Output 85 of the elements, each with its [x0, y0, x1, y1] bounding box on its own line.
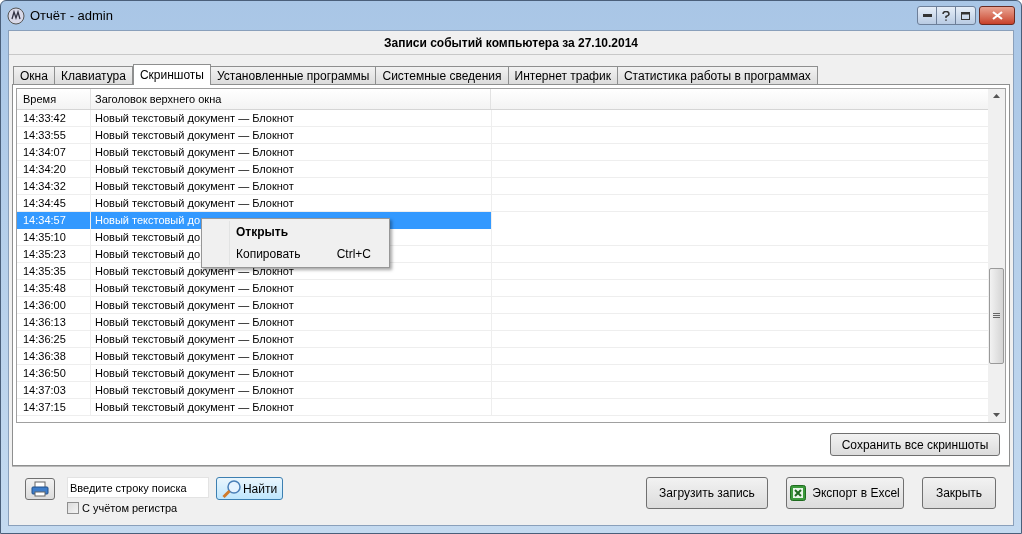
table-row[interactable]: 14:37:15 Новый текстовый документ — Блокнот	[17, 399, 988, 416]
tab[interactable]: Интернет трафик	[507, 66, 618, 84]
close-icon	[991, 11, 1003, 20]
menu-item[interactable]: Открыть	[229, 221, 389, 243]
load-record-button[interactable]: Загрузить запись	[646, 477, 768, 509]
column-header[interactable]: Заголовок верхнего окна	[91, 89, 491, 109]
close-window-button[interactable]	[979, 6, 1015, 25]
time-cell: 14:34:32	[17, 178, 91, 194]
time-cell: 14:35:23	[17, 246, 91, 262]
time-cell: 14:35:10	[17, 229, 91, 245]
time-cell: 14:35:35	[17, 263, 91, 279]
title-cell-text: Новый текстовый документ — Блокнот	[95, 314, 294, 330]
time-cell: 14:34:20	[17, 161, 91, 177]
tab[interactable]: Клавиатура	[53, 66, 133, 84]
time-cell: 14:36:25	[17, 331, 91, 347]
export-excel-button[interactable]: Экспорт в Excel	[786, 477, 904, 509]
menu-item-label: Копировать	[236, 246, 302, 263]
close-button[interactable]: Закрыть	[922, 477, 996, 509]
title-cell-text: Новый текстовый документ — Блокнот	[95, 348, 294, 364]
app-logo-icon	[7, 6, 25, 25]
time-cell: 14:34:45	[17, 195, 91, 211]
table-row[interactable]: 14:36:00 Новый текстовый документ — Блокнот	[17, 297, 988, 314]
table-row[interactable]: 14:37:03 Новый текстовый документ — Блокнот	[17, 382, 988, 399]
find-button[interactable]: Найти	[216, 477, 283, 500]
title-cell-text: Новый текстовый до	[95, 213, 200, 229]
title-cell-text: Новый текстовый документ — Блокнот	[95, 297, 294, 313]
title-cell-text: Новый текстовый документ — Блокнот	[95, 161, 294, 177]
menu-item[interactable]: Копировать Ctrl+C	[229, 243, 389, 265]
time-cell: 14:34:57	[17, 212, 91, 229]
column-header[interactable]: Время	[17, 89, 91, 109]
time-cell: 14:34:07	[17, 144, 91, 160]
tab[interactable]: Скриншоты	[132, 64, 211, 85]
table-row[interactable]: 14:35:48 Новый текстовый документ — Блокнот	[17, 280, 988, 297]
window-title: Отчёт - admin	[30, 6, 113, 25]
time-cell: 14:36:00	[17, 297, 91, 313]
magnifier-icon	[221, 479, 242, 498]
table-row[interactable]: 14:36:25 Новый текстовый документ — Блокнот	[17, 331, 988, 348]
time-cell: 14:37:03	[17, 382, 91, 398]
tab[interactable]: Окна	[13, 66, 55, 84]
save-all-screenshots-button[interactable]: Сохранить все скриншоты	[830, 433, 1000, 456]
scroll-up-icon[interactable]	[993, 94, 1000, 98]
scrollbar-thumb[interactable]	[989, 268, 1004, 364]
table-row[interactable]: 14:34:07 Новый текстовый документ — Блокнот	[17, 144, 988, 161]
checkbox[interactable]	[67, 502, 79, 515]
search-field[interactable]: Введите строку поиска	[67, 477, 209, 498]
title-cell-text: Новый текстовый документ — Блокнот	[95, 280, 294, 296]
table-row[interactable]: 14:36:38 Новый текстовый документ — Блокнот	[17, 348, 988, 365]
scroll-down-icon[interactable]	[993, 413, 1000, 417]
time-cell: 14:33:42	[17, 110, 91, 126]
title-cell-text: Новый текстовый документ — Блокнот	[95, 195, 294, 211]
printer-icon	[31, 481, 49, 497]
title-cell-text: Новый текстовый до	[95, 246, 200, 262]
time-cell: 14:35:48	[17, 280, 91, 296]
title-cell-text: Новый текстовый документ — Блокнот	[95, 382, 294, 398]
title-cell-text: Новый текстовый документ — Блокнот	[95, 178, 294, 194]
title-cell-text: Новый текстовый до	[95, 229, 200, 245]
report-heading: Записи событий компьютера за 27.10.2014	[383, 34, 639, 52]
table-row[interactable]: 14:34:32 Новый текстовый документ — Блокнот	[17, 178, 988, 195]
tab[interactable]: Системные сведения	[375, 66, 509, 84]
table-row[interactable]: 14:36:13 Новый текстовый документ — Блокнот	[17, 314, 988, 331]
time-cell: 14:36:13	[17, 314, 91, 330]
time-cell: 14:36:38	[17, 348, 91, 364]
time-cell: 14:33:55	[17, 127, 91, 143]
question-mark-icon	[942, 10, 950, 21]
tab[interactable]: Установленные программы	[209, 66, 377, 84]
time-cell: 14:36:50	[17, 365, 91, 381]
maximize-icon	[961, 11, 970, 20]
table-row[interactable]: 14:33:42 Новый текстовый документ — Блокнот	[17, 110, 988, 127]
table-row[interactable]: 14:34:20 Новый текстовый документ — Блокнот	[17, 161, 988, 178]
spreadsheet-icon	[790, 485, 807, 501]
title-cell-text: Новый текстовый документ — Блокнот	[95, 365, 294, 381]
title-cell-text: Новый текстовый документ — Блокнот	[95, 144, 294, 160]
time-cell: 14:37:15	[17, 399, 91, 415]
title-cell-text: Новый текстовый документ — Блокнот	[95, 399, 294, 415]
title-cell-text: Новый текстовый документ — Блокнот	[95, 331, 294, 347]
table-row[interactable]: 14:36:50 Новый текстовый документ — Блокнот	[17, 365, 988, 382]
table-row[interactable]: 14:33:55 Новый текстовый документ — Блокнот	[17, 127, 988, 144]
title-cell-text: Новый текстовый документ — Блокнот	[95, 110, 294, 126]
menu-item-shortcut: Ctrl+C	[336, 246, 371, 263]
print-button[interactable]	[25, 478, 55, 500]
scrollbar[interactable]	[988, 89, 1005, 422]
title-cell-text: Новый текстовый документ — Блокнот	[95, 127, 294, 143]
minimize-icon	[922, 14, 932, 17]
case-checkbox[interactable]: С учётом регистра	[67, 500, 209, 517]
tab[interactable]: Статистика работы в программах	[616, 66, 818, 84]
